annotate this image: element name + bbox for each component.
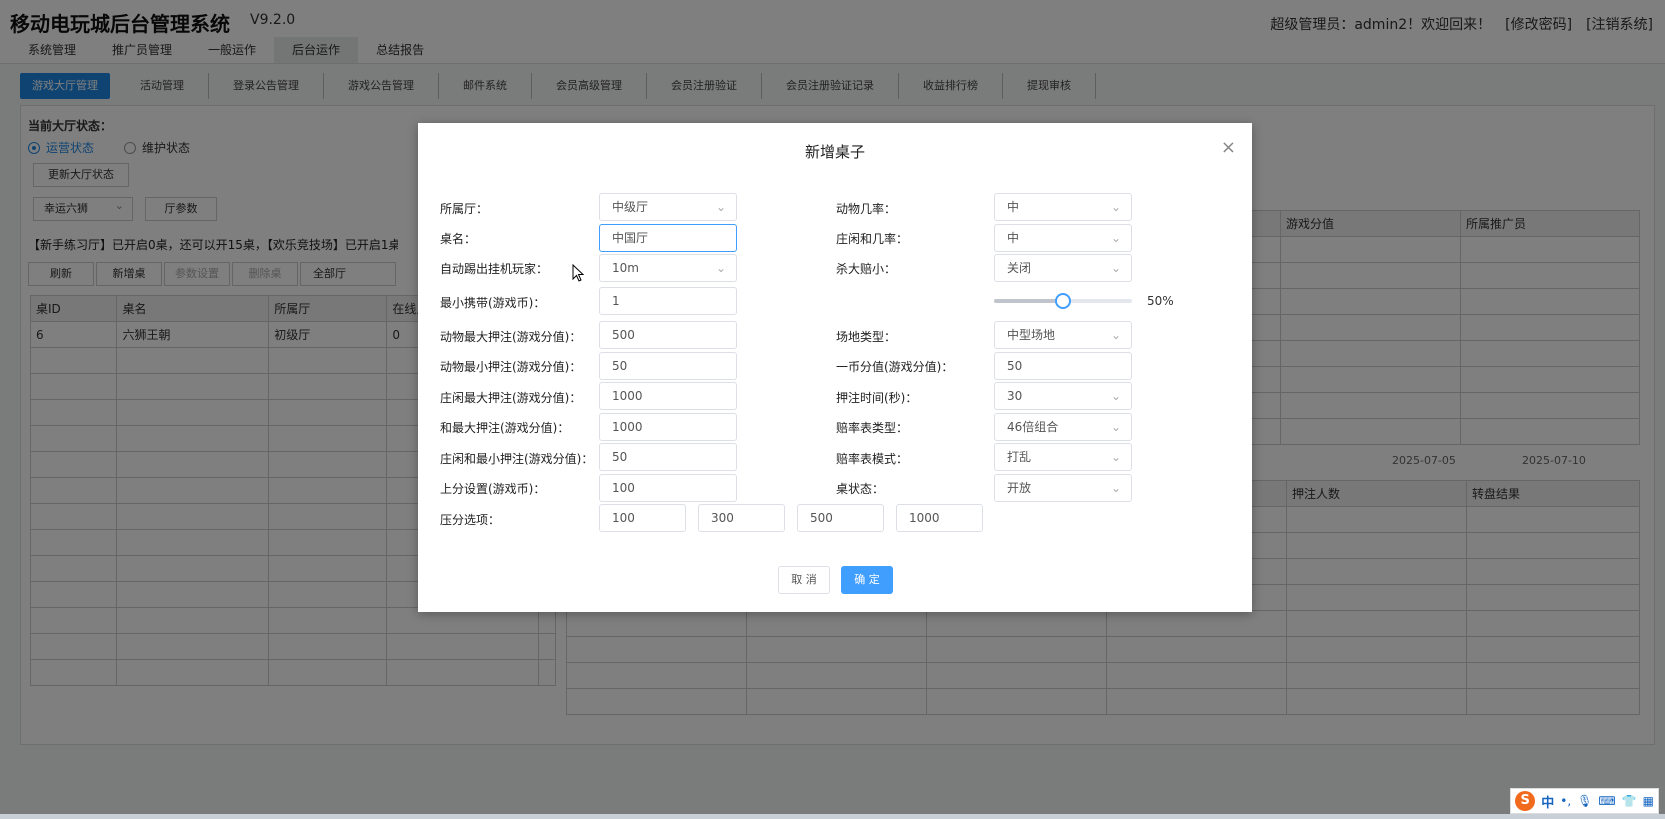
animal-min-bet-input[interactable]: 50: [599, 352, 737, 380]
chevron-down-icon: ⌄: [1110, 481, 1121, 495]
sogou-logo-icon: S: [1515, 791, 1536, 811]
chevron-down-icon: ⌄: [1110, 389, 1121, 403]
microphone-icon[interactable]: 🎙: [1577, 794, 1592, 808]
odds-mode-value: 打乱: [1007, 450, 1032, 464]
table-name-label: 桌名：: [440, 232, 477, 246]
chevron-down-icon: ⌄: [715, 200, 726, 214]
table-status-value: 开放: [1007, 481, 1032, 495]
auto-kick-value: 10m: [612, 261, 639, 275]
min-carry-label: 最小携带(游戏币)：: [440, 296, 546, 310]
tie-max-bet-input[interactable]: 1000: [599, 413, 737, 441]
bet-time-value: 30: [1007, 389, 1023, 403]
venue-type-value: 中型场地: [1007, 328, 1056, 342]
chevron-down-icon: ⌄: [1110, 200, 1121, 214]
odds-type-value: 46倍组合: [1007, 420, 1059, 434]
press-option-4[interactable]: 1000: [896, 504, 983, 532]
animal-max-bet-input[interactable]: 500: [599, 321, 737, 349]
bet-time-label: 押注时间(秒)：: [836, 391, 918, 405]
auto-kick-select[interactable]: 10m ⌄: [599, 254, 737, 282]
ime-toolbar[interactable]: S 中 •, 🎙 ⌨ 👕 ▦: [1510, 788, 1659, 814]
bzt-rate-select[interactable]: 中 ⌄: [994, 224, 1132, 252]
auto-kick-label: 自动踢出挂机玩家：: [440, 262, 549, 276]
score-up-label: 上分设置(游戏币)：: [440, 482, 546, 496]
rate-slider[interactable]: [994, 293, 1132, 309]
table-status-label: 桌状态：: [836, 482, 885, 496]
chevron-down-icon: ⌄: [1110, 231, 1121, 245]
hall-select-value: 中级厅: [612, 200, 649, 214]
punctuation-icon[interactable]: •,: [1560, 794, 1571, 808]
animal-rate-value: 中: [1007, 200, 1020, 214]
bzt-min-bet-label: 庄闲和最小押注(游戏分值)：: [440, 452, 594, 466]
bet-time-select[interactable]: 30 ⌄: [994, 382, 1132, 410]
chevron-down-icon: ⌄: [1110, 420, 1121, 434]
coin-value-label: 一币分值(游戏分值)：: [836, 360, 954, 374]
dialog-title: 新增桌子: [804, 143, 865, 161]
min-carry-input[interactable]: 1: [599, 287, 737, 315]
close-icon[interactable]: ×: [1221, 137, 1236, 158]
coin-value-input[interactable]: 50: [994, 352, 1132, 380]
grid-menu-icon[interactable]: ▦: [1643, 794, 1654, 808]
bzt-min-bet-input[interactable]: 50: [599, 443, 737, 471]
add-table-dialog: 新增桌子 × 所属厅： 中级厅 ⌄ 桌名： 中国厅 自动踢出挂机玩家： 10m ⌄ …: [418, 123, 1252, 612]
odds-mode-label: 赔率表模式：: [836, 452, 909, 466]
score-up-input[interactable]: 100: [599, 474, 737, 502]
odds-mode-select[interactable]: 打乱 ⌄: [994, 443, 1132, 471]
table-name-input[interactable]: 中国厅: [599, 224, 737, 252]
tie-max-bet-label: 和最大押注(游戏分值)：: [440, 421, 570, 435]
slider-fill: [994, 299, 1063, 303]
kill-big-value: 关闭: [1007, 261, 1032, 275]
bz-max-bet-input[interactable]: 1000: [599, 382, 737, 410]
animal-max-bet-label: 动物最大押注(游戏分值)：: [440, 330, 582, 344]
keyboard-icon[interactable]: ⌨: [1598, 794, 1615, 808]
press-option-2[interactable]: 300: [698, 504, 785, 532]
skin-icon[interactable]: 👕: [1622, 794, 1637, 808]
press-options-label: 压分选项：: [440, 513, 501, 527]
bzt-rate-label: 庄闲和几率：: [836, 232, 909, 246]
odds-type-label: 赔率表类型：: [836, 421, 909, 435]
venue-type-select[interactable]: 中型场地 ⌄: [994, 321, 1132, 349]
chevron-down-icon: ⌄: [1110, 261, 1121, 275]
animal-rate-label: 动物几率：: [836, 202, 897, 216]
kill-big-select[interactable]: 关闭 ⌄: [994, 254, 1132, 282]
ime-language[interactable]: 中: [1541, 792, 1554, 811]
slider-value: 50%: [1147, 294, 1174, 308]
bz-max-bet-label: 庄闲最大押注(游戏分值)：: [440, 391, 582, 405]
hall-select[interactable]: 中级厅 ⌄: [599, 193, 737, 221]
chevron-down-icon: ⌄: [1110, 328, 1121, 342]
slider-thumb[interactable]: [1055, 293, 1071, 309]
confirm-button[interactable]: 确 定: [841, 566, 893, 594]
mouse-cursor-icon: [572, 264, 584, 282]
press-option-3[interactable]: 500: [797, 504, 884, 532]
taskbar: [0, 814, 1665, 819]
kill-big-label: 杀大赔小：: [836, 262, 897, 276]
chevron-down-icon: ⌄: [715, 261, 726, 275]
table-status-select[interactable]: 开放 ⌄: [994, 474, 1132, 502]
animal-min-bet-label: 动物最小押注(游戏分值)：: [440, 360, 582, 374]
animal-rate-select[interactable]: 中 ⌄: [994, 193, 1132, 221]
odds-type-select[interactable]: 46倍组合 ⌄: [994, 413, 1132, 441]
cancel-button[interactable]: 取 消: [778, 566, 830, 594]
hall-label: 所属厅：: [440, 202, 489, 216]
venue-type-label: 场地类型：: [836, 330, 897, 344]
chevron-down-icon: ⌄: [1110, 450, 1121, 464]
bzt-rate-value: 中: [1007, 231, 1020, 245]
press-option-1[interactable]: 100: [599, 504, 686, 532]
